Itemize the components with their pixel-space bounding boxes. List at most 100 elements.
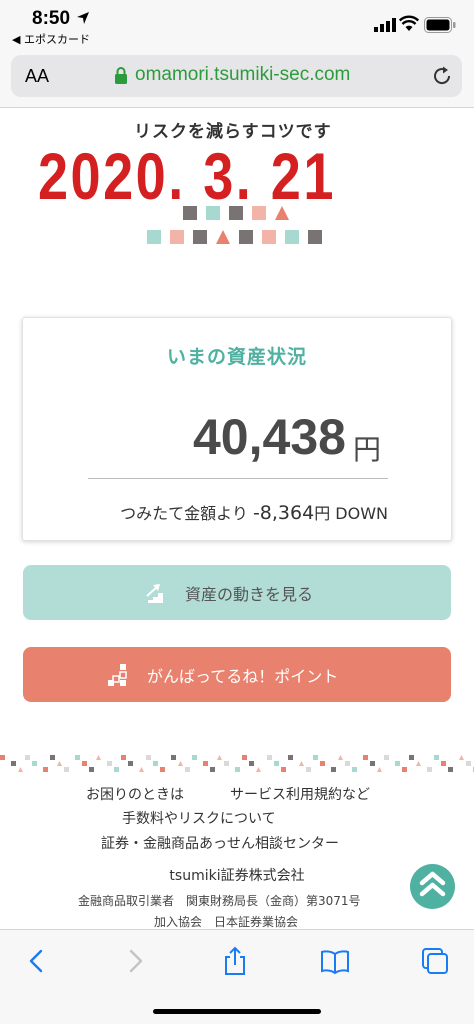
pattern-block	[32, 761, 37, 766]
pattern-block	[139, 767, 144, 772]
pattern-block	[114, 767, 119, 772]
pattern-block	[427, 767, 432, 772]
reader-aa-button[interactable]: AA	[25, 66, 49, 87]
pattern-block	[395, 761, 400, 766]
pattern-block	[249, 761, 254, 766]
stairs-up-icon	[143, 584, 163, 603]
divider	[88, 478, 388, 479]
view-asset-trend-button[interactable]: 資産の動きを見る	[23, 565, 451, 620]
pattern-block	[459, 755, 464, 760]
pattern-block	[434, 755, 439, 760]
pattern-block	[64, 767, 69, 772]
pattern-block	[11, 761, 16, 766]
bookmarks-icon[interactable]	[320, 946, 350, 976]
pattern-block	[370, 761, 375, 766]
pattern-block	[171, 755, 176, 760]
card-title: いまの資産状況	[166, 346, 307, 368]
home-indicator	[153, 1009, 321, 1014]
diff-value: -8,364	[252, 502, 315, 524]
pattern-block	[128, 761, 133, 766]
pattern-block	[313, 755, 318, 760]
diff-direction: DOWN	[335, 504, 388, 523]
pattern-block	[299, 761, 304, 766]
company-name: tsumiki証券株式会社	[169, 868, 305, 884]
pattern-block	[306, 767, 311, 772]
points-button[interactable]: がんばってるね！ポイント	[23, 647, 451, 702]
pattern-block	[82, 761, 87, 766]
asset-status-card: いまの資産状況 40,438 円 つみたて金額より -8,364円 DOWN	[22, 317, 452, 541]
pattern-block	[409, 755, 414, 760]
scroll-to-top-button[interactable]	[410, 864, 455, 909]
pattern-block	[235, 767, 240, 772]
terms-link[interactable]: サービス利用規約など	[230, 784, 370, 804]
points-button-label: がんばってるね！ポイント	[147, 667, 339, 686]
pattern-block	[384, 755, 389, 760]
pattern-block	[160, 767, 165, 772]
consultation-center-link[interactable]: 証券・金融商品あっせん相談センター	[101, 833, 339, 853]
browser-address-area: AA omamori.tsumiki-sec.com	[0, 48, 474, 108]
diff-unit: 円	[314, 504, 331, 523]
pattern-block	[224, 761, 229, 766]
pattern-block	[178, 761, 183, 766]
url-text[interactable]: omamori.tsumiki-sec.com	[135, 64, 350, 86]
pattern-block	[331, 767, 336, 772]
pattern-block	[57, 761, 62, 766]
pattern-block	[50, 755, 55, 760]
asset-currency: 円	[353, 433, 382, 466]
back-icon[interactable]	[22, 946, 52, 976]
back-to-app-link[interactable]: ◀ エポスカード	[12, 31, 90, 47]
pattern-block	[338, 755, 343, 760]
registration-info: 金融商品取引業者 関東財務局長（金商）第3071号	[78, 894, 361, 908]
pattern-block	[146, 755, 151, 760]
pattern-block	[107, 761, 112, 766]
banner-date: 2020. 3. 21	[38, 139, 336, 213]
pattern-block	[121, 755, 126, 760]
pattern-block	[18, 767, 23, 772]
pattern-block	[274, 761, 279, 766]
chevron-up-icon	[419, 871, 446, 897]
pattern-block	[441, 761, 446, 766]
share-icon[interactable]	[220, 946, 250, 976]
pattern-block	[466, 761, 471, 766]
address-bar[interactable]: AA omamori.tsumiki-sec.com	[11, 55, 462, 97]
pattern-block	[377, 767, 382, 772]
diff-prefix: つみたて金額より	[120, 504, 248, 523]
pattern-block	[256, 767, 261, 772]
pattern-block	[96, 755, 101, 760]
pattern-block	[75, 755, 80, 760]
pattern-block	[448, 767, 453, 772]
forward-icon[interactable]	[120, 946, 150, 976]
pattern-block	[217, 755, 222, 760]
clock: 8:50	[32, 8, 71, 29]
pattern-block	[281, 767, 286, 772]
pattern-block	[345, 761, 350, 766]
trend-button-label: 資産の動きを見る	[185, 585, 314, 604]
pattern-block	[0, 755, 5, 760]
location-arrow-icon	[77, 12, 89, 24]
association-info: 加入協会 日本証券業協会	[154, 915, 299, 929]
pattern-block	[203, 761, 208, 766]
pattern-block	[416, 761, 421, 766]
pattern-block	[320, 761, 325, 766]
lock-icon	[115, 67, 127, 84]
reload-icon[interactable]	[431, 65, 453, 87]
pattern-block	[43, 767, 48, 772]
pattern-block	[192, 755, 197, 760]
pattern-block	[25, 755, 30, 760]
wifi-icon	[399, 15, 419, 31]
decorative-pattern	[0, 755, 474, 772]
browser-toolbar	[0, 929, 474, 1024]
pattern-block	[402, 767, 407, 772]
decorative-blocks-icon	[147, 206, 322, 244]
pattern-block	[185, 767, 190, 772]
tabs-icon[interactable]	[420, 946, 450, 976]
pattern-block	[210, 767, 215, 772]
help-link[interactable]: お困りのときは	[86, 784, 184, 804]
cellular-signal-icon	[374, 18, 396, 32]
battery-icon	[424, 17, 456, 33]
pattern-block	[363, 755, 368, 760]
asset-amount: 40,438	[193, 409, 346, 465]
pattern-block	[153, 761, 158, 766]
fees-risk-link[interactable]: 手数料やリスクについて	[122, 808, 276, 828]
asset-difference: つみたて金額より -8,364円 DOWN	[88, 500, 388, 524]
